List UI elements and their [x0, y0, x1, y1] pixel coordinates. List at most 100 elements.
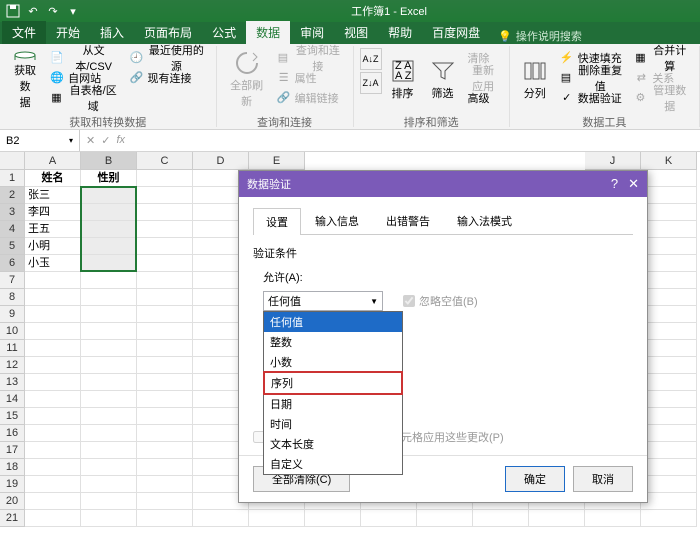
col-header[interactable]: A — [25, 152, 81, 170]
cell[interactable] — [81, 238, 137, 255]
cell[interactable] — [137, 204, 193, 221]
cell[interactable] — [137, 459, 193, 476]
cell[interactable] — [641, 306, 697, 323]
refresh-all-button[interactable]: 全部刷新 — [223, 48, 271, 112]
queries-button[interactable]: ▤查询和连接 — [273, 48, 347, 68]
cell[interactable] — [641, 221, 697, 238]
row-header[interactable]: 18 — [0, 459, 25, 476]
get-data-button[interactable]: 获取数 据 — [6, 48, 44, 112]
qat-more-icon[interactable]: ▾ — [64, 2, 82, 20]
fx-icon[interactable]: fx — [116, 134, 125, 147]
cell[interactable] — [641, 459, 697, 476]
tab-review[interactable]: 审阅 — [290, 21, 334, 44]
cell[interactable] — [641, 187, 697, 204]
cell[interactable] — [137, 374, 193, 391]
close-icon[interactable]: ✕ — [628, 176, 639, 192]
cell[interactable] — [25, 459, 81, 476]
cell[interactable] — [25, 306, 81, 323]
redo-icon[interactable]: ↷ — [44, 2, 62, 20]
cell[interactable] — [641, 510, 697, 527]
cell[interactable]: 小玉 — [25, 255, 81, 272]
cell[interactable] — [137, 221, 193, 238]
sort-button[interactable]: Z AA Z 排序 — [384, 48, 422, 112]
cell[interactable] — [473, 510, 529, 527]
merge-button[interactable]: ▦合并计算 — [630, 48, 693, 68]
cell[interactable] — [641, 170, 697, 187]
cell[interactable] — [81, 459, 137, 476]
col-header[interactable]: E — [249, 152, 305, 170]
cell[interactable] — [81, 272, 137, 289]
cell[interactable] — [25, 357, 81, 374]
cell[interactable] — [641, 323, 697, 340]
row-header[interactable]: 10 — [0, 323, 25, 340]
opt-list[interactable]: 序列 — [263, 371, 403, 395]
row-header[interactable]: 8 — [0, 289, 25, 306]
split-button[interactable]: 分列 — [516, 48, 554, 112]
cell[interactable] — [81, 221, 137, 238]
tab-insert[interactable]: 插入 — [90, 21, 134, 44]
opt-any[interactable]: 任何值 — [264, 312, 402, 332]
existing-conn-button[interactable]: 🔗现有连接 — [126, 68, 210, 88]
cell[interactable] — [81, 476, 137, 493]
cell[interactable] — [25, 493, 81, 510]
ok-button[interactable]: 确定 — [505, 466, 565, 492]
cell[interactable] — [137, 272, 193, 289]
cell[interactable] — [137, 340, 193, 357]
cell[interactable] — [137, 306, 193, 323]
cell[interactable] — [25, 476, 81, 493]
advanced-button[interactable]: 高级 — [464, 88, 503, 108]
cell[interactable] — [81, 255, 137, 272]
recent-src-button[interactable]: 🕘最近使用的源 — [126, 48, 210, 68]
cell[interactable] — [137, 510, 193, 527]
row-header[interactable]: 14 — [0, 391, 25, 408]
cell[interactable] — [641, 476, 697, 493]
row-header[interactable]: 21 — [0, 510, 25, 527]
cell[interactable] — [81, 510, 137, 527]
cell[interactable] — [137, 289, 193, 306]
row-header[interactable]: 16 — [0, 425, 25, 442]
dialog-titlebar[interactable]: 数据验证 ? ✕ — [239, 171, 647, 197]
cell[interactable] — [137, 357, 193, 374]
cell[interactable] — [641, 238, 697, 255]
cell[interactable] — [25, 340, 81, 357]
tab-baidu[interactable]: 百度网盘 — [422, 21, 490, 44]
row-header[interactable]: 9 — [0, 306, 25, 323]
tab-settings[interactable]: 设置 — [253, 208, 301, 235]
row-header[interactable]: 6 — [0, 255, 25, 272]
cell[interactable]: 李四 — [25, 204, 81, 221]
cell[interactable] — [81, 289, 137, 306]
cell[interactable] — [641, 255, 697, 272]
cell[interactable] — [193, 510, 249, 527]
tab-layout[interactable]: 页面布局 — [134, 21, 202, 44]
cell[interactable] — [81, 306, 137, 323]
cell[interactable] — [641, 442, 697, 459]
cell[interactable] — [25, 272, 81, 289]
cell[interactable] — [641, 340, 697, 357]
cell[interactable] — [25, 391, 81, 408]
tab-view[interactable]: 视图 — [334, 21, 378, 44]
cell[interactable] — [137, 187, 193, 204]
cell[interactable] — [641, 391, 697, 408]
row-header[interactable]: 7 — [0, 272, 25, 289]
cell[interactable] — [137, 255, 193, 272]
cell[interactable] — [137, 442, 193, 459]
cell[interactable] — [25, 374, 81, 391]
cell[interactable] — [81, 204, 137, 221]
remove-dup-button[interactable]: ▤删除重复值 — [556, 68, 629, 88]
cell[interactable]: 小明 — [25, 238, 81, 255]
row-header[interactable]: 1 — [0, 170, 25, 187]
col-header[interactable]: K — [641, 152, 697, 170]
sort-az-button[interactable]: A↓Z — [360, 48, 382, 70]
validate-button[interactable]: ✓数据验证 — [556, 88, 629, 108]
cell[interactable] — [641, 357, 697, 374]
cell[interactable] — [137, 391, 193, 408]
col-header[interactable]: J — [585, 152, 641, 170]
save-icon[interactable] — [4, 2, 22, 20]
tell-me-search[interactable]: 💡 操作说明搜索 — [490, 28, 590, 44]
row-header[interactable]: 19 — [0, 476, 25, 493]
cell[interactable] — [81, 357, 137, 374]
from-csv-button[interactable]: 📄从文本/CSV — [46, 48, 123, 68]
cell[interactable] — [81, 442, 137, 459]
cell[interactable] — [25, 510, 81, 527]
col-header[interactable]: C — [137, 152, 193, 170]
